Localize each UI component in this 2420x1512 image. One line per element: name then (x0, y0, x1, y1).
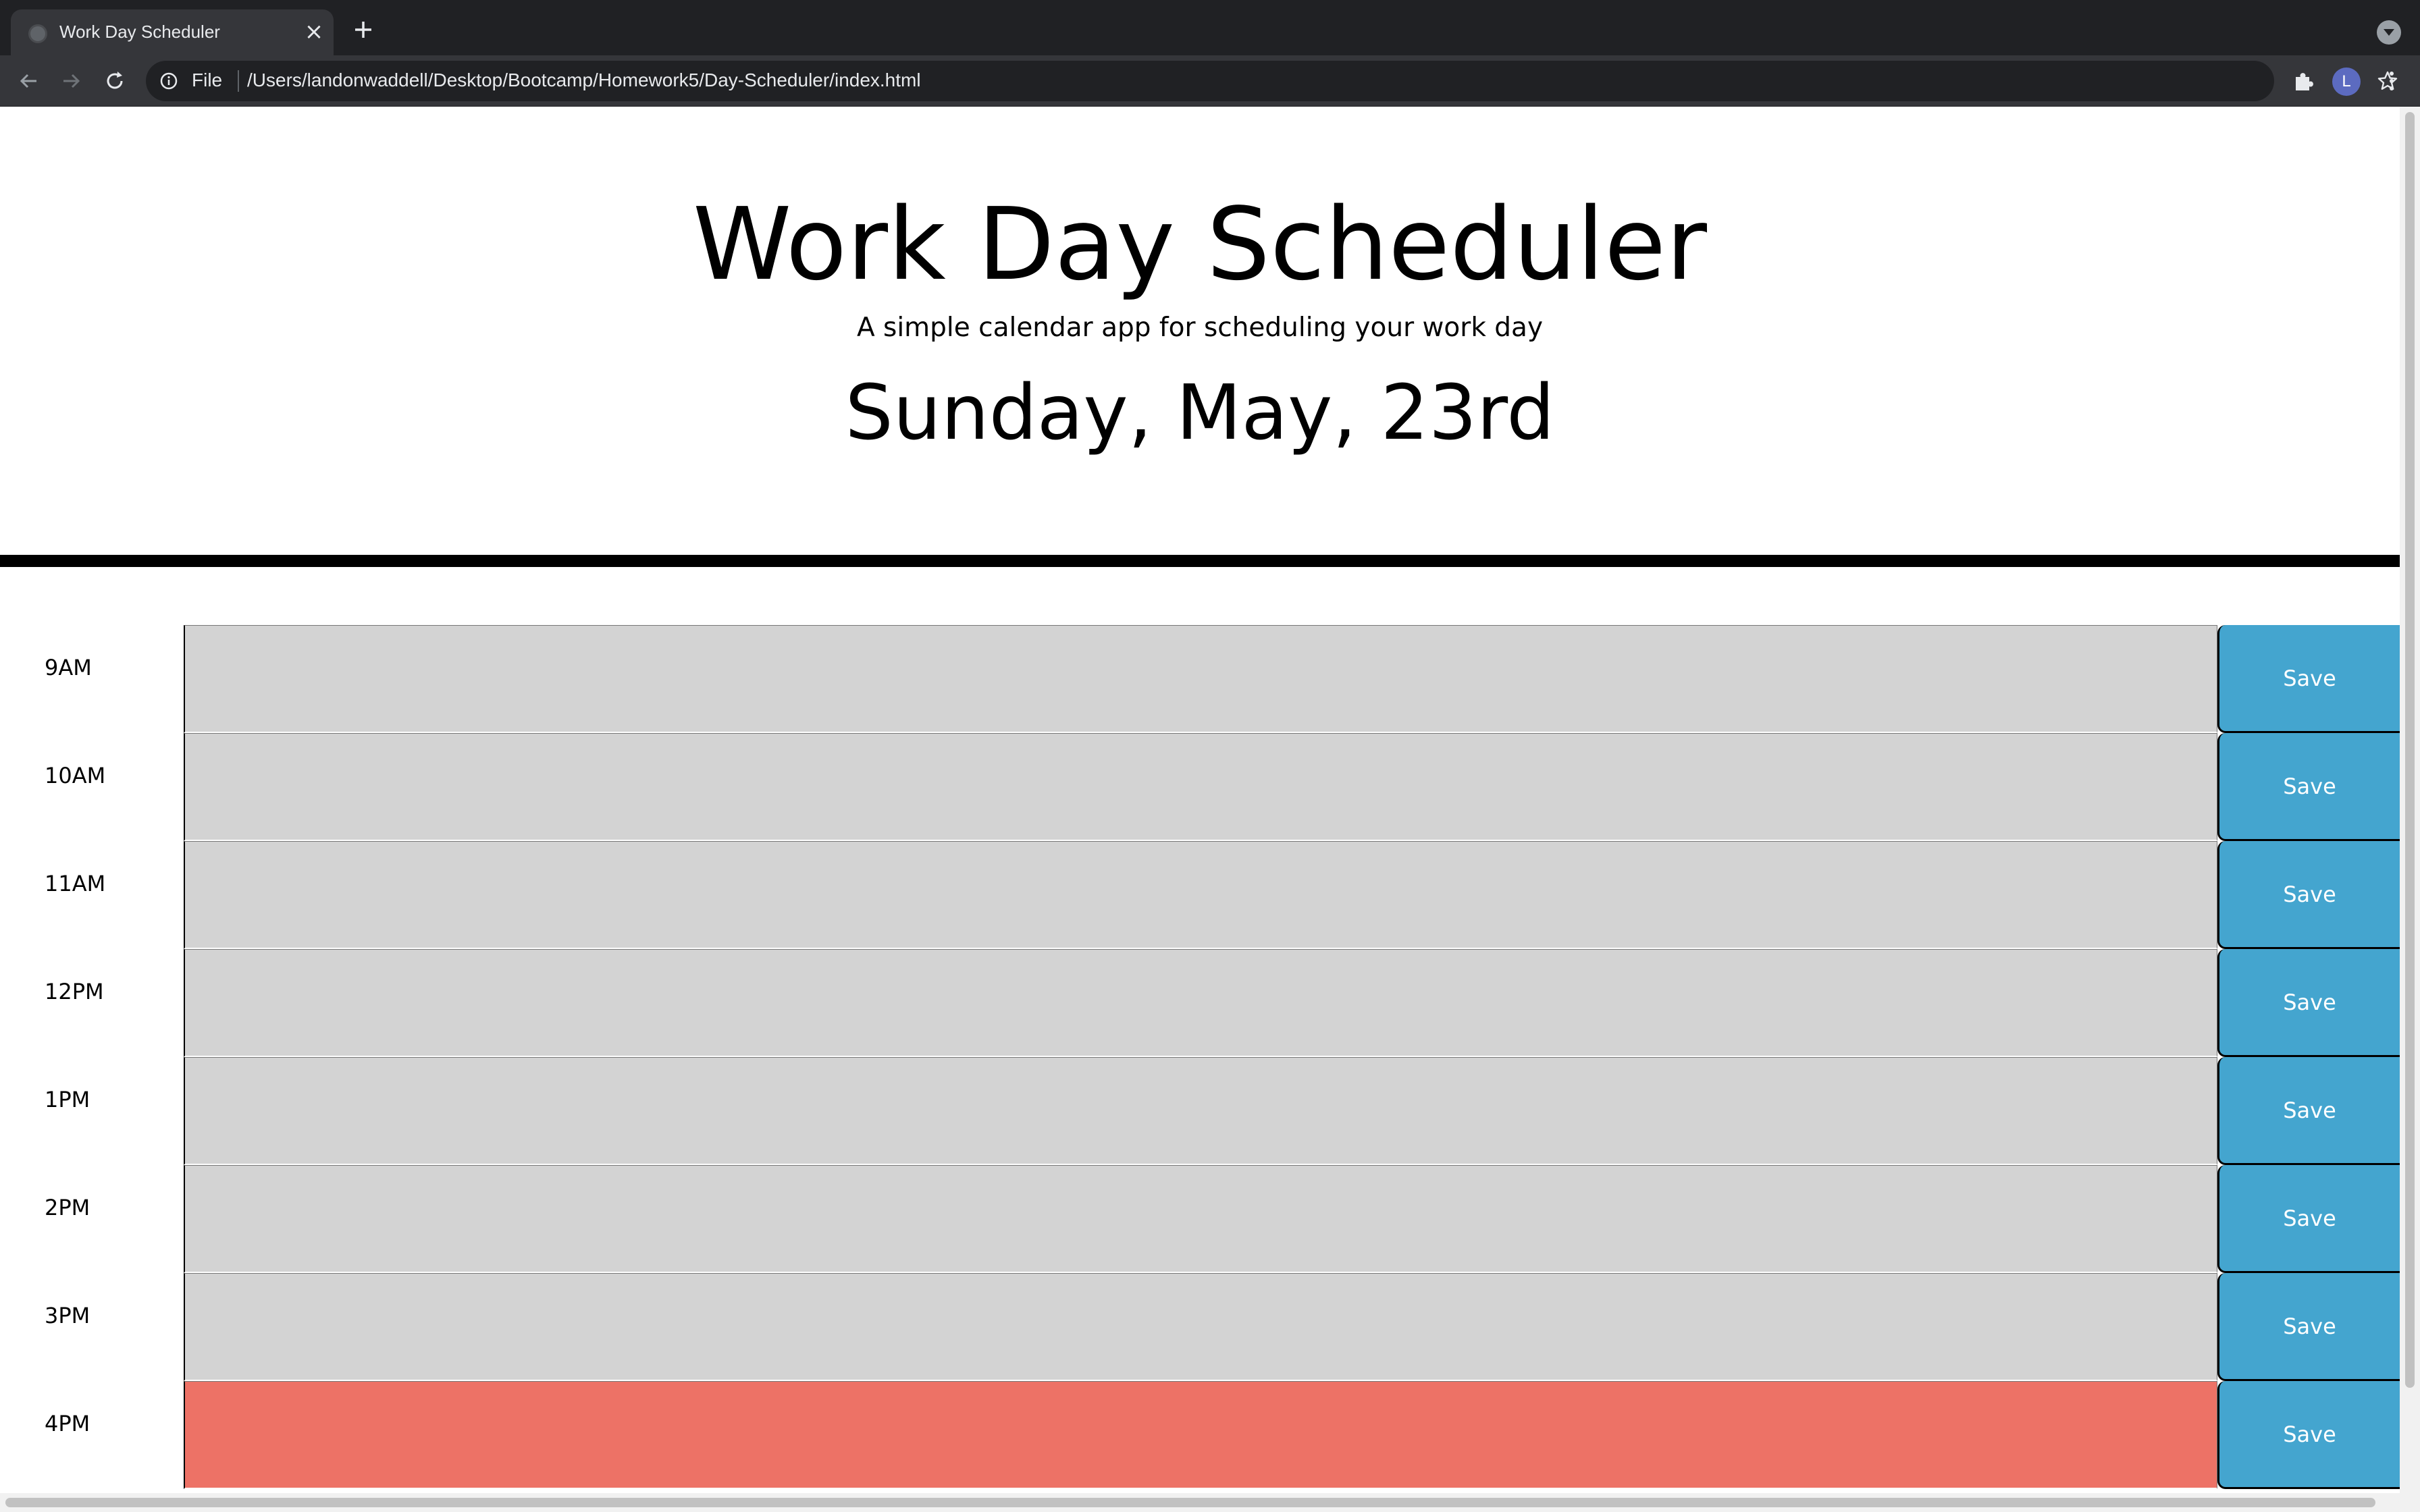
profile-avatar[interactable]: L (2332, 68, 2361, 96)
hour-label: 1PM (45, 1087, 90, 1112)
horizontal-scrollbar[interactable] (0, 1493, 2420, 1512)
close-tab-icon[interactable]: × (302, 20, 325, 43)
vertical-scrollbar-thumb[interactable] (2405, 112, 2415, 1388)
save-button[interactable]: Save (2217, 1057, 2400, 1165)
save-button[interactable]: Save (2217, 625, 2400, 733)
event-description-input[interactable] (184, 1165, 2217, 1273)
new-tab-icon[interactable] (350, 16, 377, 43)
event-description-input[interactable] (184, 625, 2217, 733)
browser-tab[interactable]: Work Day Scheduler × (11, 9, 334, 55)
save-button[interactable]: Save (2217, 949, 2400, 1057)
hour-label: 10AM (45, 763, 106, 788)
globe-icon (28, 24, 47, 43)
time-block-row: 9AM Save (0, 625, 2400, 733)
hour-label: 4PM (45, 1411, 90, 1436)
save-button[interactable]: Save (2217, 841, 2400, 949)
forward-arrow-icon[interactable] (58, 68, 85, 94)
save-button[interactable]: Save (2217, 733, 2400, 841)
event-description-input[interactable] (184, 1057, 2217, 1165)
event-description-input[interactable] (184, 949, 2217, 1057)
info-icon[interactable] (159, 72, 178, 90)
save-button[interactable]: Save (2217, 1381, 2400, 1489)
url-text[interactable]: /Users/landonwaddell/Desktop/Bootcamp/Ho… (247, 70, 921, 91)
time-block-row: 2PM Save (0, 1165, 2400, 1273)
time-block-row: 1PM Save (0, 1057, 2400, 1165)
current-day: Sunday, May, 23rd (845, 369, 1555, 457)
back-arrow-icon[interactable] (15, 68, 42, 94)
hour-label: 3PM (45, 1303, 90, 1328)
event-description-input[interactable] (184, 1381, 2217, 1489)
address-divider (238, 70, 239, 92)
time-block-row: 12PM Save (0, 949, 2400, 1057)
time-block-row: 10AM Save (0, 733, 2400, 841)
hour-label: 9AM (45, 655, 92, 680)
reload-icon[interactable] (101, 68, 128, 94)
hour-label: 11AM (45, 871, 106, 896)
time-block-row: 3PM Save (0, 1273, 2400, 1381)
url-scheme-label: File (192, 70, 223, 90)
browser-toolbar: File /Users/landonwaddell/Desktop/Bootca… (0, 55, 2420, 107)
save-button[interactable]: Save (2217, 1165, 2400, 1273)
save-button[interactable]: Save (2217, 1273, 2400, 1381)
time-block-row: 11AM Save (0, 841, 2400, 949)
tab-title: Work Day Scheduler (59, 22, 220, 42)
hour-label: 2PM (45, 1195, 90, 1220)
address-bar[interactable]: File /Users/landonwaddell/Desktop/Bootca… (146, 61, 2398, 101)
event-description-input[interactable] (184, 1273, 2217, 1381)
browser-tab-bar: Work Day Scheduler × (0, 0, 2420, 55)
horizontal-scrollbar-thumb[interactable] (5, 1498, 2375, 1507)
event-description-input[interactable] (184, 841, 2217, 949)
page-title: Work Day Scheduler (692, 186, 1708, 302)
page-viewport: Work Day Scheduler A simple calendar app… (0, 107, 2420, 1512)
tab-search-icon[interactable] (2377, 20, 2401, 45)
hour-label: 12PM (45, 979, 104, 1004)
kebab-menu-icon[interactable] (2378, 68, 2405, 94)
extensions-puzzle-icon[interactable] (2290, 68, 2317, 94)
page-subtitle: A simple calendar app for scheduling you… (856, 313, 1544, 343)
header-jumbotron: Work Day Scheduler A simple calendar app… (0, 107, 2400, 567)
time-block-row: 4PM Save (0, 1381, 2400, 1489)
vertical-scrollbar[interactable] (2400, 107, 2420, 1500)
event-description-input[interactable] (184, 733, 2217, 841)
